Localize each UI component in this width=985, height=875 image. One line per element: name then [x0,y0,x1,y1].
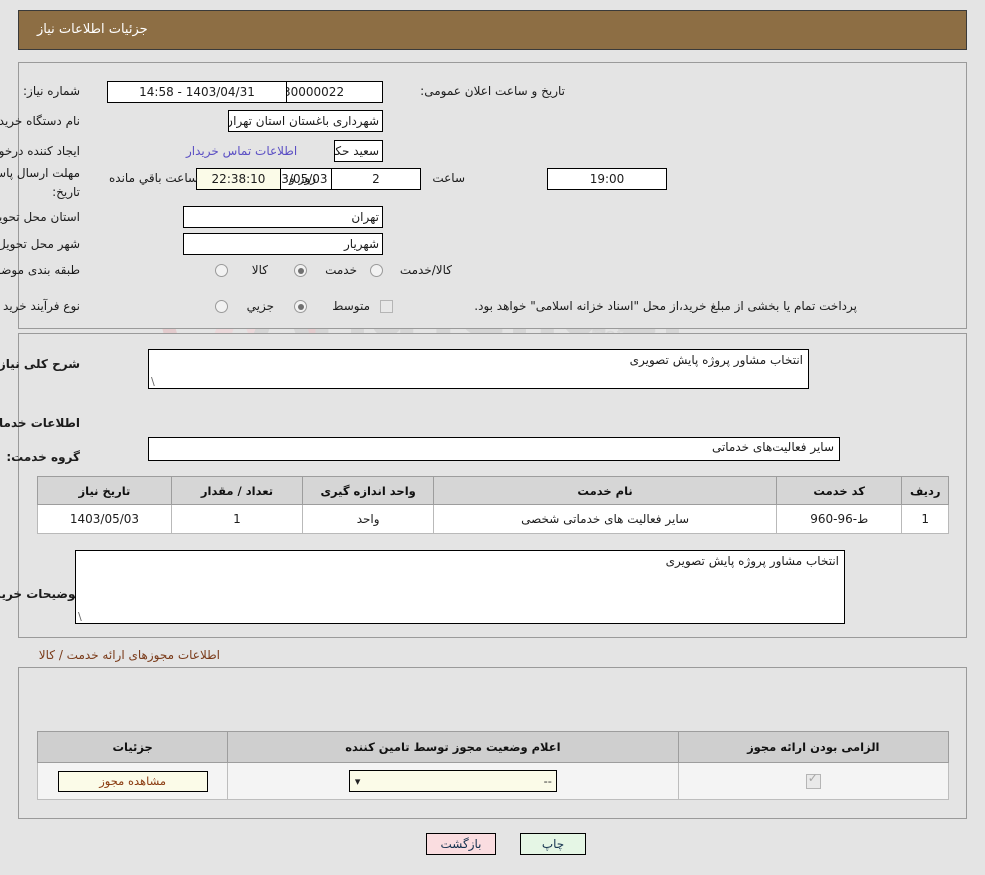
deadline-hour-value: 19:00 [547,168,667,190]
service-group-label: گروه خدمت: [6,450,80,464]
col-row: ردیف [901,476,949,505]
services-info-heading: اطلاعات خدمات مورد نیاز [0,416,80,430]
radio-category-kala-khedmat-label[interactable]: کالا/خدمت [400,263,452,277]
general-description-value: انتخاب مشاور پروژه پایش تصویری [629,353,803,367]
resize-grip-icon[interactable]: ⧵ [151,375,161,388]
check-icon: ✓ [807,770,818,785]
purchase-process-label: نوع فرآیند خرید : [0,299,80,313]
delivery-province-label: استان محل تحویل: [0,210,80,224]
cell-row: 1 [901,504,949,534]
delivery-province-value: تهران [183,206,383,228]
permits-table: الزامی بودن ارائه مجوز اعلام وضعیت مجوز … [36,731,950,800]
countdown-timer: 22:38:10 [196,168,281,190]
col-permit-details: جزئیات [36,731,229,763]
permits-table-header-row: الزامی بودن ارائه مجوز اعلام وضعیت مجوز … [36,731,950,763]
col-date: تاریخ نیاز [37,476,172,505]
services-table-header-row: ردیف کد خدمت نام خدمت واحد اندازه گیری ت… [37,476,949,505]
col-unit: واحد اندازه گیری [302,476,435,505]
table-row: ✓ ▾ -- مشاهده مجوز [36,762,950,800]
permit-status-dropdown[interactable]: ▾ -- [348,770,557,792]
radio-process-jozei-label[interactable]: جزیي [247,299,274,313]
radio-process-motevaset[interactable] [294,300,307,313]
radio-category-khedmat-label[interactable]: خدمت [325,263,357,277]
announce-datetime-label: تاریخ و ساعت اعلان عمومی: [420,84,565,98]
col-permit-status: اعلام وضعیت مجوز توسط تامین کننده [227,731,679,763]
buyer-contact-link[interactable]: اطلاعات تماس خریدار [186,144,297,158]
buyer-org-value: شهرداری باغستان استان تهران [228,110,383,132]
col-name: نام خدمت [433,476,777,505]
resize-grip-icon[interactable]: ⧵ [78,610,88,623]
cell-permit-required: ✓ [677,762,950,800]
permits-heading: اطلاعات مجوزهای ارائه خدمت / کالا [38,648,220,662]
deadline-hour-label: ساعت [432,171,465,185]
col-code: کد خدمت [775,476,903,505]
deadline-label-line1: مهلت ارسال پاسخ: تا [0,166,80,180]
request-creator-label: ایجاد کننده درخواست: [0,144,80,158]
cell-date: 1403/05/03 [37,504,172,534]
buyer-org-label: نام دستگاه خریدار: [0,114,80,128]
page-title: جزئیات اطلاعات نیاز [37,22,148,37]
radio-process-motevaset-label[interactable]: متوسط [332,299,370,313]
cell-qty: 1 [170,504,304,534]
radio-category-kala[interactable] [215,264,228,277]
cell-permit-details: مشاهده مجوز [36,762,229,800]
treasury-bond-text: پرداخت تمام یا بخشی از مبلغ خرید،از محل … [474,299,857,313]
general-description-label: شرح کلی نیاز: [0,357,80,371]
countdown-suffix-label: ساعت باقي مانده [109,171,199,185]
window-title-bar: جزئیات اطلاعات نیاز [18,10,967,50]
col-qty: تعداد / مقدار [170,476,304,505]
back-button[interactable]: بازگشت [426,833,496,855]
radio-category-kala-khedmat[interactable] [370,264,383,277]
subject-category-label: طبقه بندی موضوعی: [0,263,80,277]
chevron-down-icon: ▾ [354,775,361,788]
deadline-label-line2: تاریخ: [52,185,80,199]
service-group-value: سایر فعالیت‌های خدماتی [711,440,834,454]
announce-datetime-value: 1403/04/31 - 14:58 [107,81,287,103]
remaining-days-unit: روز و [289,171,316,185]
print-button[interactable]: چاپ [520,833,586,855]
radio-process-jozei[interactable] [215,300,228,313]
page-root: AriaTender .net جزئیات اطلاعات نیاز شمار… [0,0,985,875]
request-creator-value: سعید حکیمی پور مسئول کاربردازی شهرداری ب… [334,140,383,162]
table-row: 1 ط-96-960 سایر فعالیت های خدماتی شخصی و… [37,504,949,534]
permit-status-value: -- [543,774,552,788]
treasury-bond-checkbox[interactable] [380,300,393,313]
view-permit-button[interactable]: مشاهده مجوز [57,770,208,792]
services-table: ردیف کد خدمت نام خدمت واحد اندازه گیری ت… [37,476,949,534]
buyer-notes-label: توضیحات خریدار: [0,587,80,601]
general-description-box[interactable]: انتخاب مشاور پروژه پایش تصویری ⧵ [148,349,809,389]
cell-unit: واحد [302,504,435,534]
permit-required-checkbox: ✓ [805,770,821,789]
delivery-city-value: شهریار [183,233,383,255]
cell-name: سایر فعالیت های خدماتی شخصی [433,504,777,534]
remaining-days-value: 2 [331,168,421,190]
radio-category-khedmat[interactable] [294,264,307,277]
delivery-city-label: شهر محل تحویل: [0,237,80,251]
col-permit-required: الزامی بودن ارائه مجوز [677,731,950,763]
buyer-notes-value: انتخاب مشاور پروژه پایش تصویری [665,554,839,568]
radio-category-kala-label[interactable]: کالا [252,263,268,277]
cell-code: ط-96-960 [775,504,903,534]
buyer-notes-box[interactable]: انتخاب مشاور پروژه پایش تصویری ⧵ [75,550,845,624]
cell-permit-status: ▾ -- [227,762,679,800]
need-number-label: شماره نیاز: [23,84,80,98]
service-group-box: سایر فعالیت‌های خدماتی [148,437,840,461]
